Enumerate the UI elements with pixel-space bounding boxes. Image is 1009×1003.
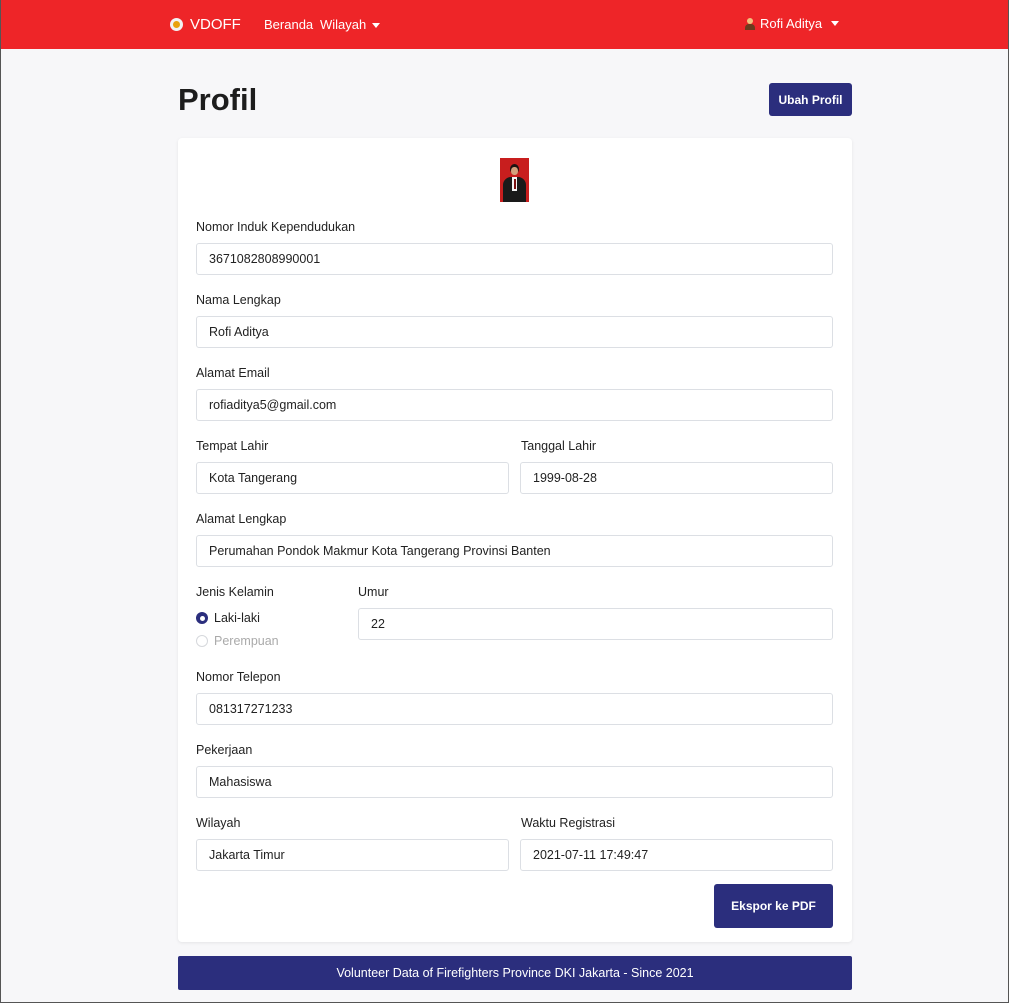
gender-option-male-label: Laki-laki bbox=[214, 611, 260, 625]
footer: Volunteer Data of Firefighters Province … bbox=[178, 956, 852, 990]
region-label: Wilayah bbox=[196, 816, 241, 830]
job-label: Pekerjaan bbox=[196, 743, 253, 757]
registration-time-field[interactable]: 2021-07-11 17:49:47 bbox=[520, 839, 833, 871]
job-field[interactable]: Mahasiswa bbox=[196, 766, 833, 798]
edit-profile-button[interactable]: Ubah Profil bbox=[769, 83, 852, 116]
nik-label: Nomor Induk Kependudukan bbox=[196, 220, 356, 234]
brand-name: VDOFF bbox=[190, 16, 241, 33]
chevron-down-icon bbox=[831, 21, 840, 26]
radio-checked-icon bbox=[196, 612, 208, 624]
nav-region-dropdown[interactable]: Wilayah bbox=[320, 17, 381, 32]
birth-place-label: Tempat Lahir bbox=[196, 439, 269, 453]
nav-region-label: Wilayah bbox=[320, 17, 367, 32]
nav-home-link[interactable]: Beranda bbox=[264, 17, 313, 32]
age-field[interactable]: 22 bbox=[358, 608, 833, 640]
region-field[interactable]: Jakarta Timur bbox=[196, 839, 509, 871]
page-title: Profil bbox=[178, 82, 258, 117]
nik-field[interactable]: 3671082808990001 bbox=[196, 243, 833, 275]
footer-text: Volunteer Data of Firefighters Province … bbox=[336, 966, 694, 980]
gender-option-female-label: Perempuan bbox=[214, 634, 279, 648]
phone-label: Nomor Telepon bbox=[196, 670, 281, 684]
export-pdf-button[interactable]: Ekspor ke PDF bbox=[714, 884, 833, 928]
brand-logo-icon bbox=[170, 18, 183, 31]
user-name: Rofi Aditya bbox=[760, 16, 823, 31]
age-label: Umur bbox=[358, 585, 389, 599]
user-icon bbox=[745, 17, 755, 30]
gender-label: Jenis Kelamin bbox=[196, 585, 274, 599]
address-field[interactable]: Perumahan Pondok Makmur Kota Tangerang P… bbox=[196, 535, 833, 567]
profile-photo bbox=[500, 158, 529, 202]
address-label: Alamat Lengkap bbox=[196, 512, 287, 526]
phone-field[interactable]: 081317271233 bbox=[196, 693, 833, 725]
full-name-label: Nama Lengkap bbox=[196, 293, 281, 307]
email-label: Alamat Email bbox=[196, 366, 270, 380]
chevron-down-icon bbox=[372, 23, 381, 29]
birth-place-field[interactable]: Kota Tangerang bbox=[196, 462, 509, 494]
email-field[interactable]: rofiaditya5@gmail.com bbox=[196, 389, 833, 421]
radio-unchecked-icon bbox=[196, 635, 208, 647]
full-name-field[interactable]: Rofi Aditya bbox=[196, 316, 833, 348]
gender-option-female[interactable]: Perempuan bbox=[196, 634, 279, 648]
user-menu-dropdown[interactable]: Rofi Aditya bbox=[745, 16, 840, 31]
birth-date-label: Tanggal Lahir bbox=[521, 439, 597, 453]
gender-option-male[interactable]: Laki-laki bbox=[196, 611, 260, 625]
registration-time-label: Waktu Registrasi bbox=[521, 816, 616, 830]
brand-link[interactable]: VDOFF bbox=[170, 16, 241, 33]
navbar: VDOFF Beranda Wilayah Rofi Aditya bbox=[1, 0, 1008, 49]
birth-date-field[interactable]: 1999-08-28 bbox=[520, 462, 833, 494]
